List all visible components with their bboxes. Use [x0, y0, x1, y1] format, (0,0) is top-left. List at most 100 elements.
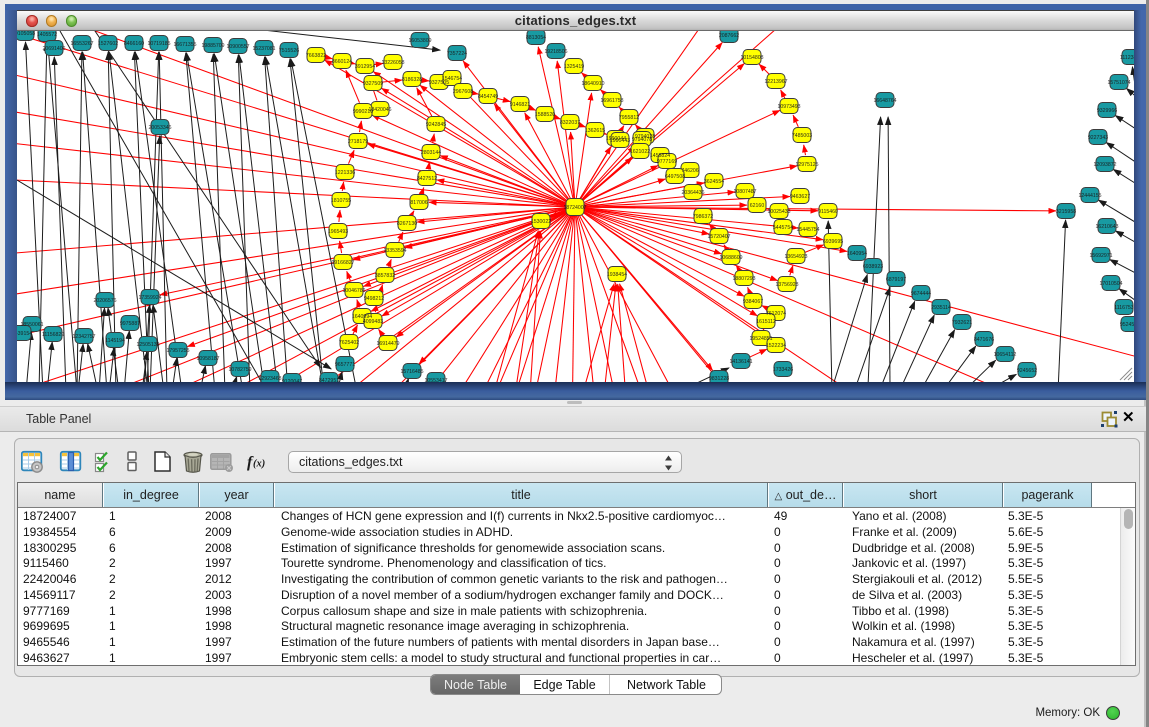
svg-text:15445754: 15445754 [796, 227, 819, 233]
svg-text:10900557: 10900557 [226, 44, 249, 50]
svg-text:11156829: 11156829 [42, 332, 64, 338]
svg-text:7955812: 7955812 [619, 115, 639, 121]
svg-text:3912954: 3912954 [355, 64, 375, 70]
svg-text:9227343: 9227343 [1088, 135, 1108, 141]
svg-text:7515526: 7515526 [279, 48, 299, 54]
svg-text:8660124: 8660124 [332, 59, 352, 65]
svg-text:16914479: 16914479 [376, 341, 399, 347]
svg-text:8427512: 8427512 [417, 176, 437, 182]
svg-text:1810755: 1810755 [331, 198, 351, 204]
svg-text:18640910: 18640910 [581, 81, 604, 87]
svg-text:17359924: 17359924 [138, 295, 161, 301]
svg-text:9329966: 9329966 [1097, 108, 1117, 114]
svg-text:1938454: 1938454 [607, 272, 627, 278]
svg-text:1990443: 1990443 [610, 138, 630, 144]
svg-text:817006: 817006 [410, 200, 427, 206]
svg-text:9794078: 9794078 [632, 137, 652, 143]
svg-text:9115460: 9115460 [818, 209, 838, 215]
svg-text:8472951: 8472951 [319, 378, 339, 382]
svg-text:20053346: 20053346 [148, 125, 171, 131]
svg-text:2967608: 2967608 [453, 89, 473, 95]
svg-text:1965493: 1965493 [328, 229, 348, 235]
svg-text:3624554: 3624554 [704, 179, 724, 185]
svg-text:9498212: 9498212 [364, 296, 384, 302]
svg-text:10025433: 10025433 [767, 209, 790, 215]
svg-text:1522234: 1522234 [766, 343, 786, 349]
svg-text:9327509: 9327509 [363, 81, 383, 87]
svg-text:9120047: 9120047 [282, 379, 302, 382]
svg-text:9242845: 9242845 [426, 122, 446, 128]
svg-text:1221336: 1221336 [335, 170, 355, 176]
svg-text:9463627: 9463627 [790, 194, 810, 200]
svg-text:17957255: 17957255 [166, 348, 189, 354]
svg-text:10046786: 10046786 [342, 288, 365, 294]
svg-text:62160: 62160 [750, 203, 765, 209]
svg-text:1362615: 1362615 [585, 128, 605, 134]
svg-text:1640954: 1640954 [847, 251, 867, 257]
svg-text:9777169: 9777169 [657, 159, 677, 165]
svg-text:9245652: 9245652 [1017, 368, 1037, 374]
svg-text:15720407: 15720407 [707, 234, 730, 240]
svg-text:12923468: 12923468 [258, 376, 281, 382]
svg-text:6938923: 6938923 [863, 264, 883, 270]
svg-text:7986372: 7986372 [693, 214, 713, 220]
svg-text:11123872: 11123872 [1120, 55, 1134, 61]
svg-text:15751074: 15751074 [1107, 80, 1130, 86]
svg-text:16053809: 16053809 [408, 38, 431, 44]
svg-text:7485003: 7485003 [792, 133, 812, 139]
svg-text:8322037: 8322037 [560, 120, 580, 126]
svg-text:1145194: 1145194 [105, 338, 125, 344]
svg-text:9384067: 9384067 [743, 299, 763, 305]
svg-text:2087662: 2087662 [719, 33, 739, 39]
svg-text:9524502: 9524502 [1120, 322, 1134, 328]
svg-text:17010504: 17010504 [1099, 281, 1122, 287]
svg-text:13353594: 13353594 [383, 248, 406, 254]
svg-text:12444155: 12444155 [1078, 193, 1101, 199]
svg-text:10782759: 10782759 [228, 367, 251, 373]
svg-text:1325419: 1325419 [564, 64, 584, 70]
svg-text:8813054: 8813054 [526, 35, 546, 41]
svg-text:(x): (x) [253, 459, 265, 470]
svg-text:7625402: 7625402 [339, 340, 359, 346]
svg-text:9105058: 9105058 [17, 31, 35, 37]
svg-text:13226058: 13226058 [381, 60, 404, 66]
svg-text:1116753: 1116753 [1114, 305, 1134, 311]
svg-text:12342757: 12342757 [72, 334, 95, 340]
svg-text:6497508: 6497508 [665, 174, 685, 180]
svg-text:1546754: 1546754 [442, 76, 462, 82]
svg-text:10654112: 10654112 [994, 352, 1017, 358]
svg-text:18724007: 18724007 [563, 205, 586, 211]
svg-text:10958187: 10958187 [196, 356, 219, 362]
svg-text:12093872: 12093872 [1093, 162, 1116, 168]
svg-text:8466160: 8466160 [124, 41, 144, 47]
svg-text:3857832: 3857832 [375, 273, 395, 279]
svg-text:8454749: 8454749 [478, 94, 498, 100]
svg-text:2935114: 2935114 [931, 305, 951, 311]
svg-text:7932621: 7932621 [952, 320, 972, 326]
svg-text:8471676: 8471676 [974, 337, 994, 343]
svg-text:16648764: 16648764 [873, 98, 896, 104]
svg-text:9975887: 9975887 [120, 321, 140, 327]
svg-text:1527602: 1527602 [98, 41, 118, 47]
svg-text:10154808: 10154808 [740, 55, 763, 61]
svg-text:4099483: 4099483 [363, 319, 383, 325]
svg-text:16553267: 16553267 [70, 41, 93, 47]
svg-text:14136141: 14136141 [729, 359, 752, 365]
svg-text:7612074: 7612074 [766, 311, 786, 317]
svg-text:9990210: 9990210 [353, 109, 373, 115]
svg-text:9831228: 9831228 [709, 376, 729, 382]
svg-text:10719185: 10719185 [147, 41, 170, 47]
svg-text:2803144: 2803144 [421, 150, 441, 156]
svg-text:19524851: 19524851 [749, 336, 772, 342]
svg-text:13756928: 13756928 [775, 282, 798, 288]
svg-text:15237081: 15237081 [252, 46, 275, 52]
svg-text:19885709: 19885709 [201, 43, 224, 49]
svg-text:7357224: 7357224 [447, 51, 467, 57]
svg-text:5445754: 5445754 [773, 225, 793, 231]
svg-text:1615112: 1615112 [756, 319, 776, 325]
svg-text:8267130: 8267130 [397, 221, 417, 227]
svg-text:9674444: 9674444 [911, 291, 931, 297]
svg-text:15692971: 15692971 [1089, 253, 1112, 259]
svg-text:3215958: 3215958 [1056, 209, 1076, 215]
svg-text:19218506: 19218506 [544, 49, 567, 55]
